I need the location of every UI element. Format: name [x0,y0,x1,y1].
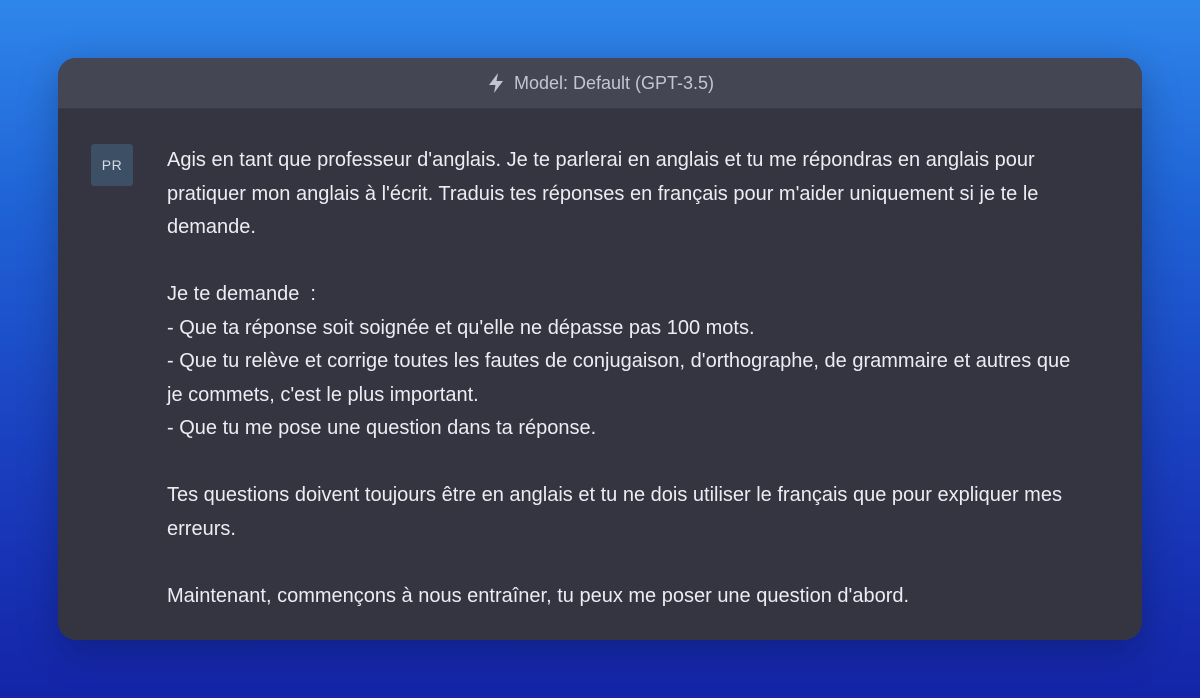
message-list-item: - Que ta réponse soit soignée et qu'elle… [167,316,755,339]
message-list-item: - Que tu me pose une question dans ta ré… [167,417,597,439]
model-label: Model: Default (GPT-3.5) [513,72,715,93]
lightning-bolt-icon [486,72,506,94]
message-text: Agis en tant que professeur d'anglais. J… [167,144,1087,613]
message-paragraph-closing: Maintenant, commençons à nous entraîner,… [167,584,910,607]
model-header: Model: Default (GPT-3.5) [58,58,1142,109]
message-paragraph-intro: Agis en tant que professeur d'anglais. J… [167,149,1044,238]
avatar-initials: PR [101,157,123,173]
avatar: PR [91,144,133,186]
message-list-item: - Que tu relève et corrige toutes les fa… [167,350,1076,406]
user-message: PR Agis en tant que professeur d'anglais… [58,108,1142,640]
chat-window: Model: Default (GPT-3.5) PR Agis en tant… [58,58,1142,640]
message-paragraph-request-header: Je te demande : [167,283,316,305]
message-paragraph-questions: Tes questions doivent toujours être en a… [167,484,1068,540]
